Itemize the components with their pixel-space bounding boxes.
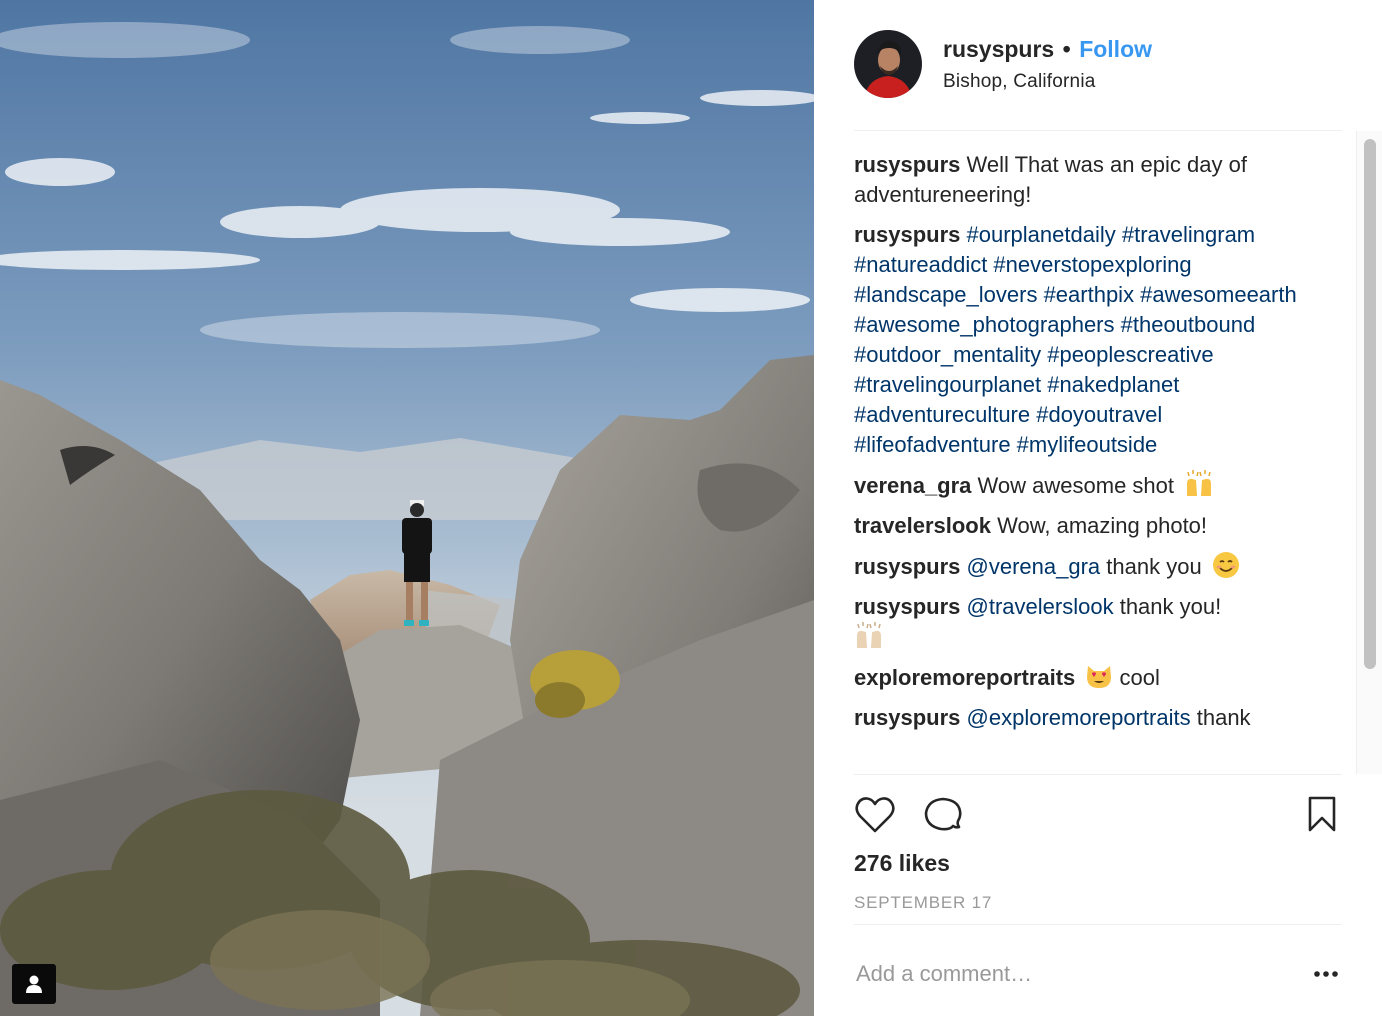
- raising-hands-light-icon: [857, 622, 881, 648]
- comment-text: thank you!: [1119, 594, 1222, 619]
- comment-button[interactable]: [922, 795, 964, 840]
- comment-mention[interactable]: @exploremoreportraits: [967, 705, 1191, 730]
- comment-item: rusyspurs @verena_gra thank you: [854, 551, 1324, 582]
- comment-item: rusyspurs @exploremoreportraits thank: [854, 703, 1324, 733]
- footer-divider: [854, 924, 1342, 925]
- header-divider: [854, 130, 1342, 131]
- comment-text: Wow, amazing photo!: [997, 513, 1208, 538]
- follow-button[interactable]: Follow: [1079, 36, 1152, 62]
- comments-scrollbar[interactable]: [1356, 131, 1382, 774]
- scrollbar-thumb[interactable]: [1364, 139, 1376, 669]
- user-tag-icon: [26, 975, 42, 993]
- comment-username[interactable]: rusyspurs: [854, 705, 960, 730]
- comment-item: verena_gra Wow awesome shot: [854, 470, 1324, 501]
- comment-item: rusyspurs #ourplanetdaily #travelingram …: [854, 220, 1324, 460]
- comments-divider: [854, 774, 1342, 775]
- post-author-username[interactable]: rusyspurs: [943, 36, 1054, 62]
- comment-text: Wow awesome shot: [977, 473, 1174, 498]
- raising-hands-icon: [1187, 470, 1212, 496]
- comment-username[interactable]: rusyspurs: [854, 222, 960, 247]
- comment-text: thank you: [1106, 554, 1202, 579]
- comment-username[interactable]: rusyspurs: [854, 152, 960, 177]
- post-photo[interactable]: [0, 0, 814, 1016]
- comment-text: cool: [1119, 665, 1160, 690]
- comment-hashtags[interactable]: #ourplanetdaily #travelingram #natureadd…: [854, 222, 1297, 457]
- save-button[interactable]: [1307, 795, 1337, 838]
- comment-username[interactable]: rusyspurs: [854, 554, 960, 579]
- heart-eyes-cat-icon: [1087, 666, 1112, 688]
- smiling-face-icon: [1212, 552, 1239, 578]
- add-comment-form: [854, 955, 1342, 995]
- heart-icon: [855, 797, 895, 833]
- bookmark-icon: [1308, 796, 1336, 832]
- user-tag-button[interactable]: [12, 964, 56, 1004]
- avatar[interactable]: [854, 30, 922, 98]
- like-button[interactable]: [854, 795, 896, 840]
- mountain-photo: [0, 0, 814, 1016]
- comment-mention[interactable]: @travelerslook: [967, 594, 1114, 619]
- add-comment-input[interactable]: [854, 955, 1284, 993]
- post-location[interactable]: Bishop, California: [943, 71, 1152, 93]
- more-options-button[interactable]: [1311, 963, 1341, 985]
- post-header-text: rusyspurs • Follow Bishop, California: [943, 36, 1152, 93]
- comment-text: thank: [1196, 705, 1251, 730]
- comment-item: exploremoreportraits cool: [854, 662, 1324, 693]
- post-header: rusyspurs • Follow Bishop, California: [854, 30, 1342, 100]
- comment-item: rusyspurs Well That was an epic day of a…: [854, 150, 1324, 210]
- comments-list[interactable]: rusyspurs Well That was an epic day of a…: [854, 150, 1324, 774]
- comment-username[interactable]: rusyspurs: [854, 594, 960, 619]
- comment-mention[interactable]: @verena_gra: [967, 554, 1101, 579]
- comment-bubble-icon: [924, 797, 962, 831]
- separator-dot: •: [1062, 36, 1071, 62]
- comment-username[interactable]: travelerslook: [854, 513, 991, 538]
- post-date[interactable]: SEPTEMBER 17: [854, 893, 992, 913]
- comment-username[interactable]: exploremoreportraits: [854, 665, 1075, 690]
- post-side-panel: rusyspurs • Follow Bishop, California ru…: [814, 0, 1382, 1016]
- likes-count[interactable]: 276 likes: [854, 850, 950, 877]
- post-actions: [854, 795, 1342, 837]
- avatar-image: [854, 30, 922, 98]
- more-options-icon: [1314, 971, 1338, 977]
- comment-item: rusyspurs @travelerslook thank you!: [854, 592, 1324, 652]
- comment-username[interactable]: verena_gra: [854, 473, 971, 498]
- comment-item: travelerslook Wow, amazing photo!: [854, 511, 1324, 541]
